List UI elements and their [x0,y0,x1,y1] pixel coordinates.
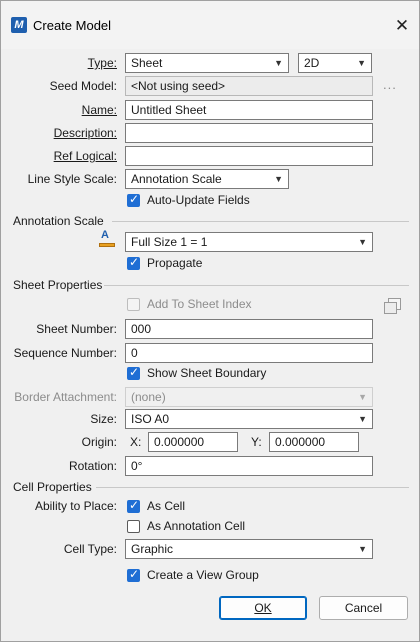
chevron-down-icon: ▼ [358,414,367,424]
microstation-logo-icon: M [11,17,27,33]
annotation-scale-select[interactable]: Full Size 1 = 1 ▼ [125,232,373,252]
sheet-number-field[interactable]: 000 [125,319,373,339]
sequence-number-label: Sequence Number: [13,346,117,360]
origin-x-field[interactable]: 0.000000 [148,432,238,452]
seed-model-field: <Not using seed> [125,76,373,96]
rotation-label: Rotation: [68,459,117,473]
ref-logical-field[interactable] [125,146,373,166]
sheet-properties-section-title: Sheet Properties [13,278,103,292]
add-to-sheet-index-label: Add To Sheet Index [147,297,252,311]
ok-button[interactable]: OK [219,596,307,620]
origin-y-label: Y: [251,435,262,449]
title-bar: M Create Model ✕ [1,1,419,49]
section-divider [96,487,409,488]
propagate-checkbox[interactable] [127,255,140,270]
chevron-down-icon: ▼ [357,58,366,68]
create-model-dialog: M Create Model ✕ Type: Sheet ▼ 2D ▼ Seed M… [0,0,420,642]
show-sheet-boundary-checkbox[interactable] [127,365,140,380]
chevron-down-icon: ▼ [274,174,283,184]
cancel-button[interactable]: Cancel [319,596,408,620]
browse-seed-button[interactable]: ... [383,77,397,92]
size-label: Size: [90,412,117,426]
as-cell-label: As Cell [147,499,186,513]
rotation-field[interactable]: 0° [125,456,373,476]
cell-properties-section-title: Cell Properties [13,480,92,494]
close-button[interactable]: ✕ [389,13,415,39]
annotation-scale-icon: A [99,229,115,249]
sheet-number-label: Sheet Number: [36,322,117,336]
name-label: Name: [81,103,117,117]
line-style-scale-select[interactable]: Annotation Scale ▼ [125,169,289,189]
cell-type-select[interactable]: Graphic ▼ [125,539,373,559]
origin-y-field[interactable]: 0.000000 [269,432,359,452]
origin-x-label: X: [130,435,142,449]
chevron-down-icon: ▼ [358,237,367,247]
as-annotation-cell-label: As Annotation Cell [147,519,246,533]
propagate-label: Propagate [147,256,203,270]
description-field[interactable] [125,123,373,143]
size-select[interactable]: ISO A0 ▼ [125,409,373,429]
chevron-down-icon: ▼ [358,544,367,554]
auto-update-label: Auto-Update Fields [147,193,250,207]
annotation-scale-section-title: Annotation Scale [13,214,104,228]
section-divider [112,221,409,222]
type-label: Type: [87,56,117,70]
sequence-number-field[interactable]: 0 [125,343,373,363]
cell-type-label: Cell Type: [63,542,117,556]
ability-to-place-label: Ability to Place: [34,499,117,513]
ref-logical-label: Ref Logical: [53,149,117,163]
add-to-sheet-index-checkbox[interactable] [127,298,140,311]
window-title: Create Model [33,18,112,33]
create-view-group-checkbox[interactable] [127,567,140,582]
create-view-group-label: Create a View Group [147,568,259,582]
origin-label: Origin: [81,435,117,449]
chevron-down-icon: ▼ [274,58,283,68]
description-label: Description: [53,126,117,140]
as-annotation-cell-checkbox[interactable] [127,520,140,533]
line-style-scale-label: Line Style Scale: [27,172,117,186]
seed-model-label: Seed Model: [49,79,117,93]
name-field[interactable]: Untitled Sheet [125,100,373,120]
auto-update-checkbox[interactable] [127,192,140,207]
border-attachment-select[interactable]: (none) ▼ [125,387,373,407]
show-sheet-boundary-label: Show Sheet Boundary [147,366,267,380]
border-attachment-label: Border Attachment: [14,390,117,404]
section-divider [104,285,409,286]
type-select[interactable]: Sheet ▼ [125,53,289,73]
sheet-index-icon[interactable] [384,298,401,314]
dimension-select[interactable]: 2D ▼ [298,53,372,73]
as-cell-checkbox[interactable] [127,498,140,513]
chevron-down-icon: ▼ [358,392,367,402]
